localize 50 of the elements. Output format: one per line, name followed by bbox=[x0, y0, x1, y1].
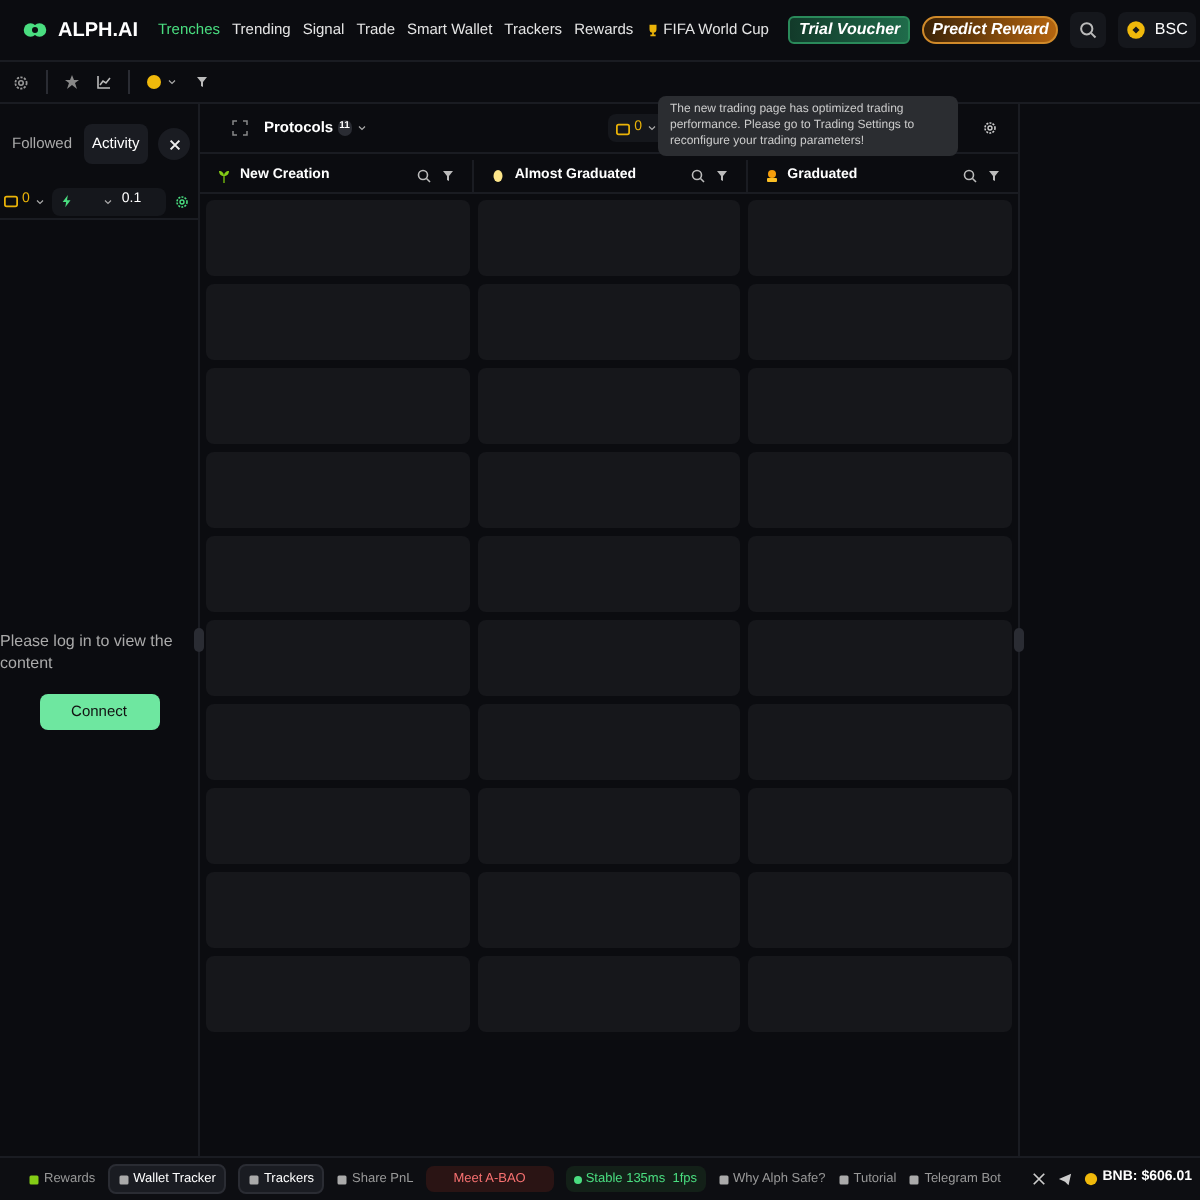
close-button[interactable] bbox=[158, 128, 190, 160]
sprout-icon bbox=[216, 168, 232, 184]
resize-handle[interactable] bbox=[194, 628, 204, 652]
item-icon bbox=[717, 1173, 729, 1185]
trial-voucher-button[interactable]: Trial Voucher bbox=[788, 16, 911, 44]
search-icon[interactable] bbox=[961, 168, 978, 184]
predict-reward-button[interactable]: Predict Reward bbox=[922, 16, 1059, 44]
star-icon[interactable] bbox=[64, 74, 80, 90]
chart-icon[interactable] bbox=[96, 74, 112, 90]
chevron-down-icon bbox=[646, 122, 658, 134]
logo-text: ALPH.AI bbox=[58, 17, 138, 45]
coin-icon bbox=[146, 74, 162, 90]
trophy-icon bbox=[645, 20, 660, 40]
search-icon bbox=[1078, 20, 1099, 40]
chevron-down-icon bbox=[33, 195, 46, 207]
telegram-icon[interactable] bbox=[1058, 1172, 1073, 1186]
item-icon bbox=[336, 1173, 348, 1185]
item-icon bbox=[117, 1173, 130, 1185]
wallet-icon bbox=[4, 194, 18, 208]
coin-icon bbox=[1084, 1172, 1099, 1186]
item-icon bbox=[837, 1173, 850, 1185]
logo-icon[interactable] bbox=[20, 18, 50, 42]
coin-dropdown[interactable] bbox=[146, 74, 178, 90]
item-icon bbox=[28, 1173, 40, 1185]
item-icon bbox=[247, 1173, 260, 1185]
chain-selector[interactable]: BSC bbox=[1118, 12, 1196, 48]
filter-icon[interactable] bbox=[985, 168, 1002, 184]
settings-icon[interactable] bbox=[982, 120, 998, 136]
expand-icon[interactable] bbox=[232, 120, 248, 136]
chevron-down-icon bbox=[101, 195, 114, 207]
x-icon[interactable] bbox=[1032, 1172, 1047, 1186]
settings-icon[interactable] bbox=[174, 193, 190, 209]
search-button[interactable] bbox=[1070, 12, 1107, 48]
chevron-down-icon bbox=[355, 122, 368, 134]
chevron-down-icon bbox=[166, 76, 178, 88]
close-icon bbox=[167, 137, 181, 151]
filter-icon[interactable] bbox=[440, 168, 457, 184]
filter-icon[interactable] bbox=[194, 74, 210, 90]
login-message: Please log in to view the content bbox=[0, 630, 175, 674]
egg-icon bbox=[490, 168, 507, 184]
resize-handle[interactable] bbox=[1014, 628, 1024, 652]
search-icon[interactable] bbox=[689, 168, 706, 184]
settings-icon[interactable] bbox=[12, 73, 30, 91]
search-icon[interactable] bbox=[416, 168, 433, 184]
wallet-icon bbox=[616, 121, 631, 135]
item-icon bbox=[908, 1173, 921, 1185]
filter-icon[interactable] bbox=[713, 168, 730, 184]
chick-icon bbox=[763, 168, 780, 184]
coin-icon bbox=[1126, 20, 1147, 40]
lightning-icon bbox=[59, 194, 74, 208]
